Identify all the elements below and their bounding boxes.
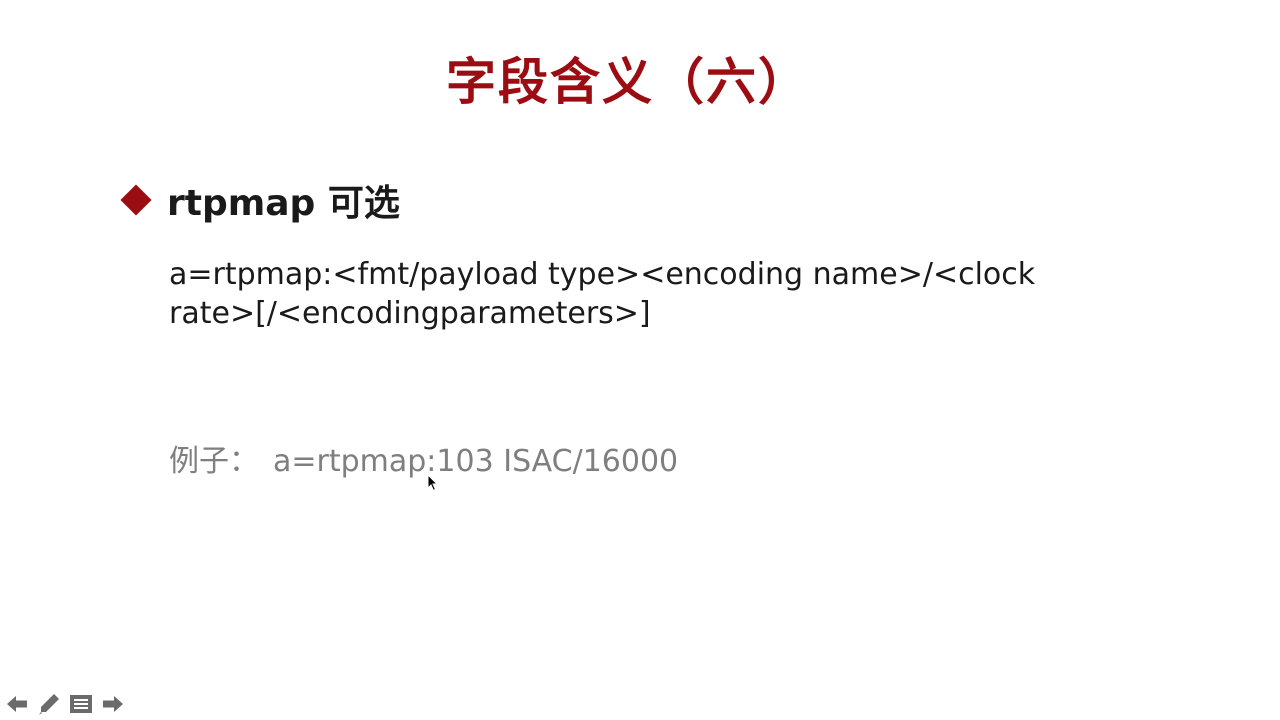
next-slide-button[interactable] [100,691,126,717]
slide-title: 字段含义（六） [446,53,810,111]
bullet-text: rtpmap 可选 [167,183,400,224]
syntax-line-2: rate>[/<encodingparameters>] [169,296,651,331]
previous-slide-button[interactable] [4,691,30,717]
arrow-left-icon [7,696,27,712]
arrow-right-icon [103,696,123,712]
example-line: 例子： a=rtpmap:103 ISAC/16000 [169,436,678,480]
pen-icon [39,694,59,715]
slide-navigation-toolbar [4,690,132,718]
example-value: a=rtpmap:103 ISAC/16000 [273,444,679,479]
presentation-slide: 字段含义（六） rtpmap 可选 a=rtpmap:<fmt/payload … [0,0,1280,720]
mouse-cursor-icon [427,473,439,492]
example-label: 例子： [169,444,259,479]
menu-icon [70,695,92,713]
rtpmap-syntax: a=rtpmap:<fmt/payload type><encoding nam… [169,255,1089,333]
bullet-item: rtpmap 可选 [120,177,400,224]
slide-menu-button[interactable] [68,691,94,717]
diamond-bullet-icon [120,184,152,216]
pen-tool-button[interactable] [36,691,62,717]
syntax-line-1: a=rtpmap:<fmt/payload type><encoding nam… [169,257,1036,292]
